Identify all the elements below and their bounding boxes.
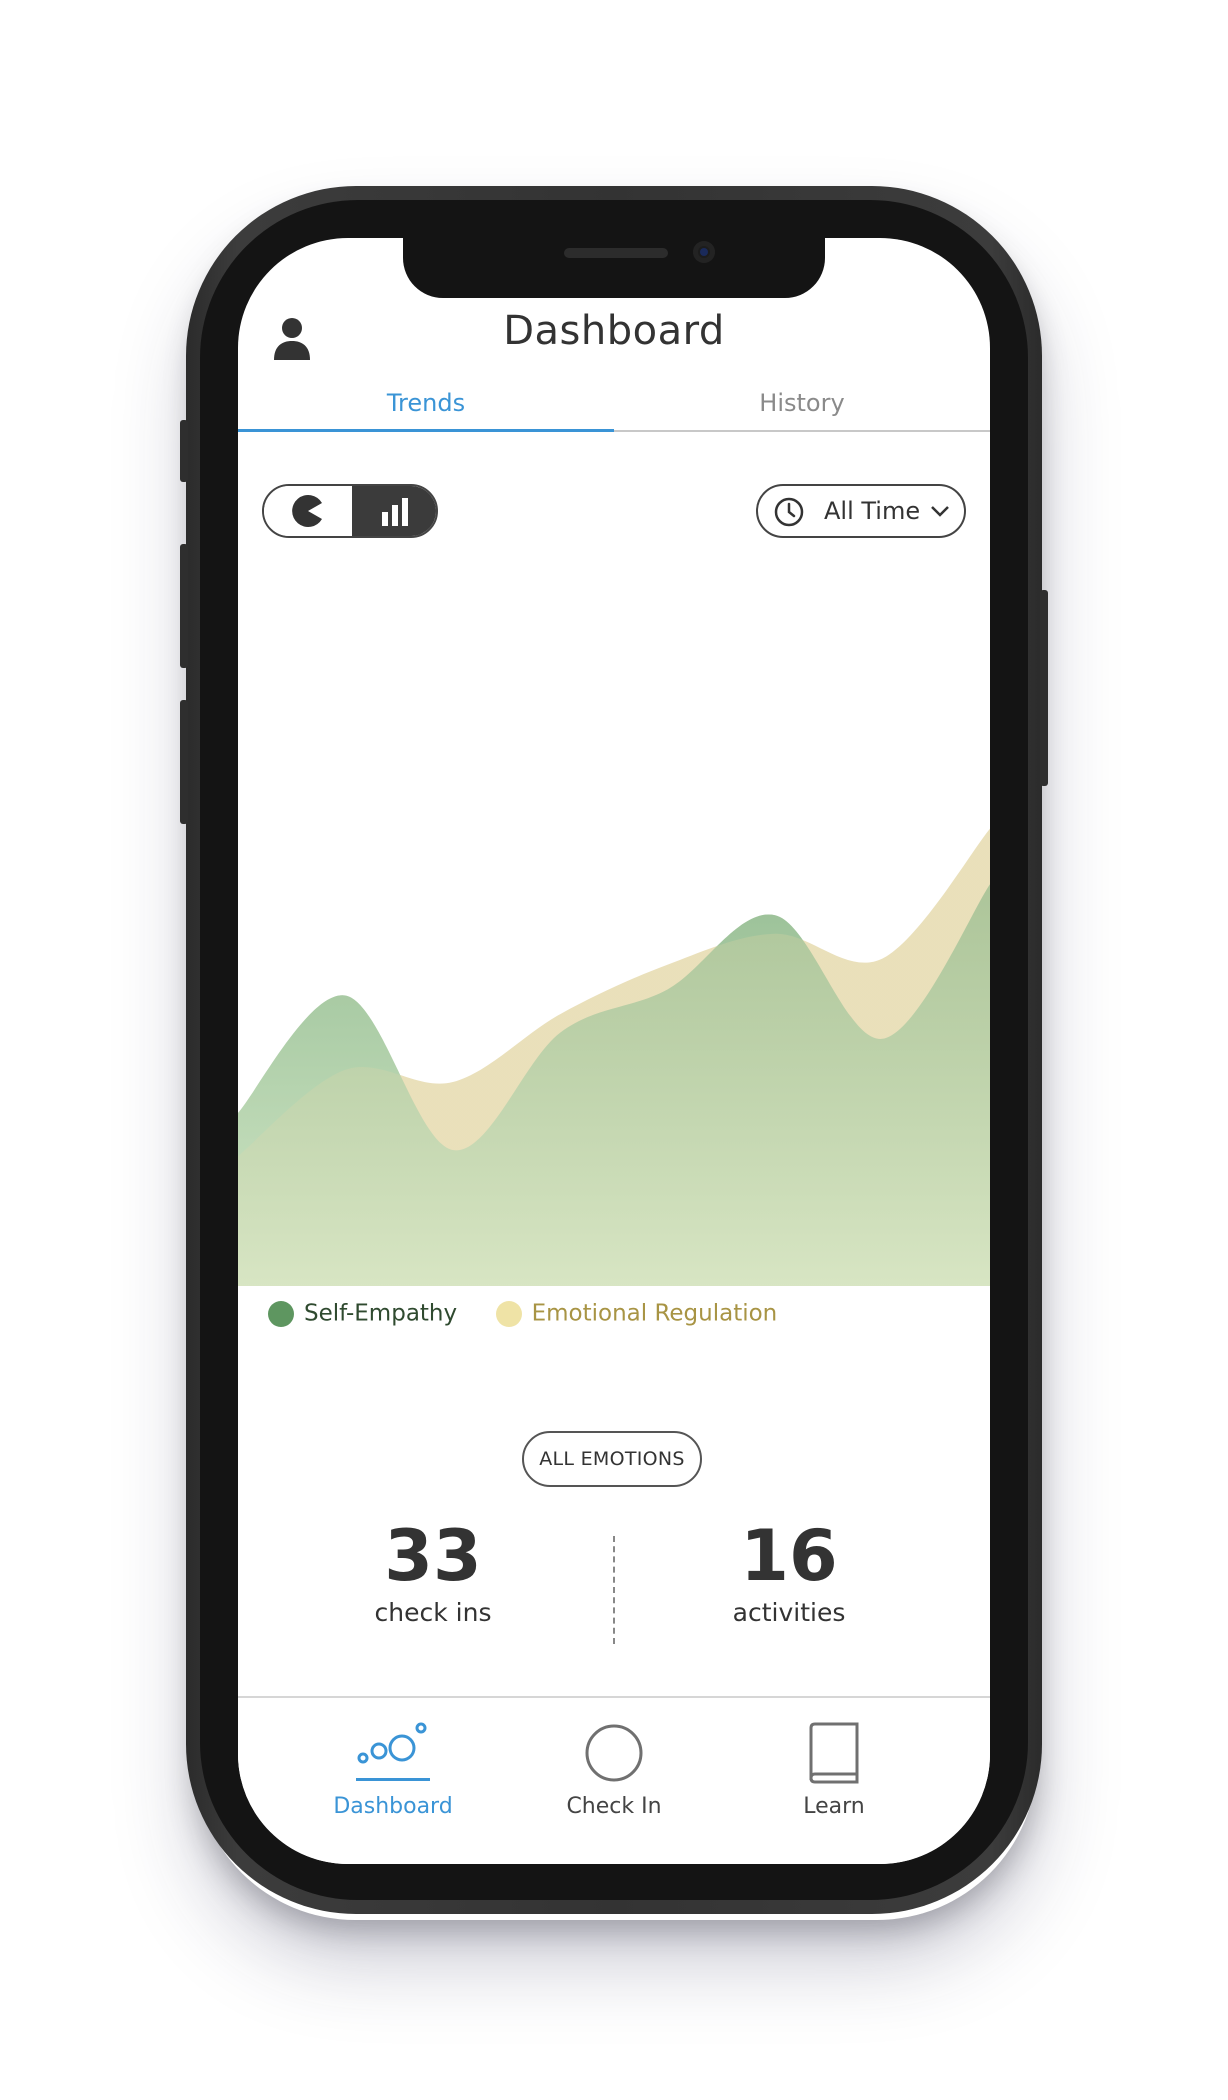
- tab-bar: Trends History: [238, 386, 990, 432]
- pie-view-button[interactable]: [264, 486, 352, 536]
- nav-learn-label: Learn: [803, 1794, 865, 1819]
- page-title: Dashboard: [503, 308, 725, 354]
- stage: Dashboard Trends History All Time Self-E…: [0, 0, 1228, 2100]
- tab-history[interactable]: History: [614, 386, 990, 430]
- legend-dot-emotional-regulation: [495, 1300, 522, 1327]
- chevron-down-icon: [931, 506, 949, 517]
- tab-trends[interactable]: Trends: [238, 386, 614, 430]
- activities-count: 16: [740, 1515, 838, 1597]
- checkins-stat: 33 check ins: [283, 1518, 583, 1627]
- legend-item-self-empathy: Self-Empathy: [268, 1300, 457, 1327]
- active-tab-indicator: [238, 429, 614, 432]
- nav-learn[interactable]: Learn: [734, 1718, 934, 1819]
- nav-dashboard[interactable]: Dashboard: [293, 1718, 493, 1819]
- dashboard-bubbles-icon: [356, 1722, 430, 1781]
- front-camera: [693, 241, 715, 263]
- time-filter-label: All Time: [824, 497, 921, 525]
- clock-icon: [774, 497, 804, 527]
- pie-chart-icon: [292, 495, 322, 527]
- checkins-count: 33: [384, 1515, 482, 1597]
- legend-item-emotional-regulation: Emotional Regulation: [495, 1300, 778, 1327]
- bottom-navigation: Dashboard Check In Learn: [238, 1696, 990, 1864]
- legend-label: Self-Empathy: [304, 1300, 458, 1327]
- mute-switch: [180, 420, 188, 482]
- checkins-label: check ins: [374, 1598, 492, 1627]
- trends-area-chart: [238, 828, 990, 1286]
- speaker-grille: [564, 248, 668, 258]
- legend-label: Emotional Regulation: [531, 1300, 778, 1327]
- activities-stat: 16 activities: [639, 1518, 939, 1627]
- all-emotions-button[interactable]: ALL EMOTIONS: [522, 1431, 702, 1487]
- volume-down-button: [180, 700, 188, 824]
- app-screen: Dashboard Trends History All Time Self-E…: [238, 238, 990, 1864]
- nav-check-in-label: Check In: [566, 1794, 662, 1819]
- nav-dashboard-label: Dashboard: [333, 1794, 453, 1819]
- series-area-self-empathy: [238, 884, 990, 1286]
- bar-chart-icon: [382, 498, 408, 526]
- nav-check-in[interactable]: Check In: [514, 1718, 714, 1819]
- chart-view-toggle: [262, 484, 438, 538]
- legend-dot-self-empathy: [268, 1300, 294, 1327]
- volume-up-button: [180, 544, 188, 668]
- power-button: [1040, 590, 1048, 786]
- book-icon: [809, 1722, 859, 1784]
- stats-divider: [613, 1536, 615, 1644]
- circle-icon: [585, 1724, 643, 1782]
- bar-view-button[interactable]: [352, 486, 436, 536]
- time-filter-dropdown[interactable]: All Time: [756, 484, 966, 538]
- chart-legend: Self-Empathy Emotional Regulation: [268, 1300, 811, 1330]
- notch: [403, 238, 825, 298]
- chart-series-group: [238, 828, 990, 1286]
- activities-label: activities: [732, 1598, 846, 1627]
